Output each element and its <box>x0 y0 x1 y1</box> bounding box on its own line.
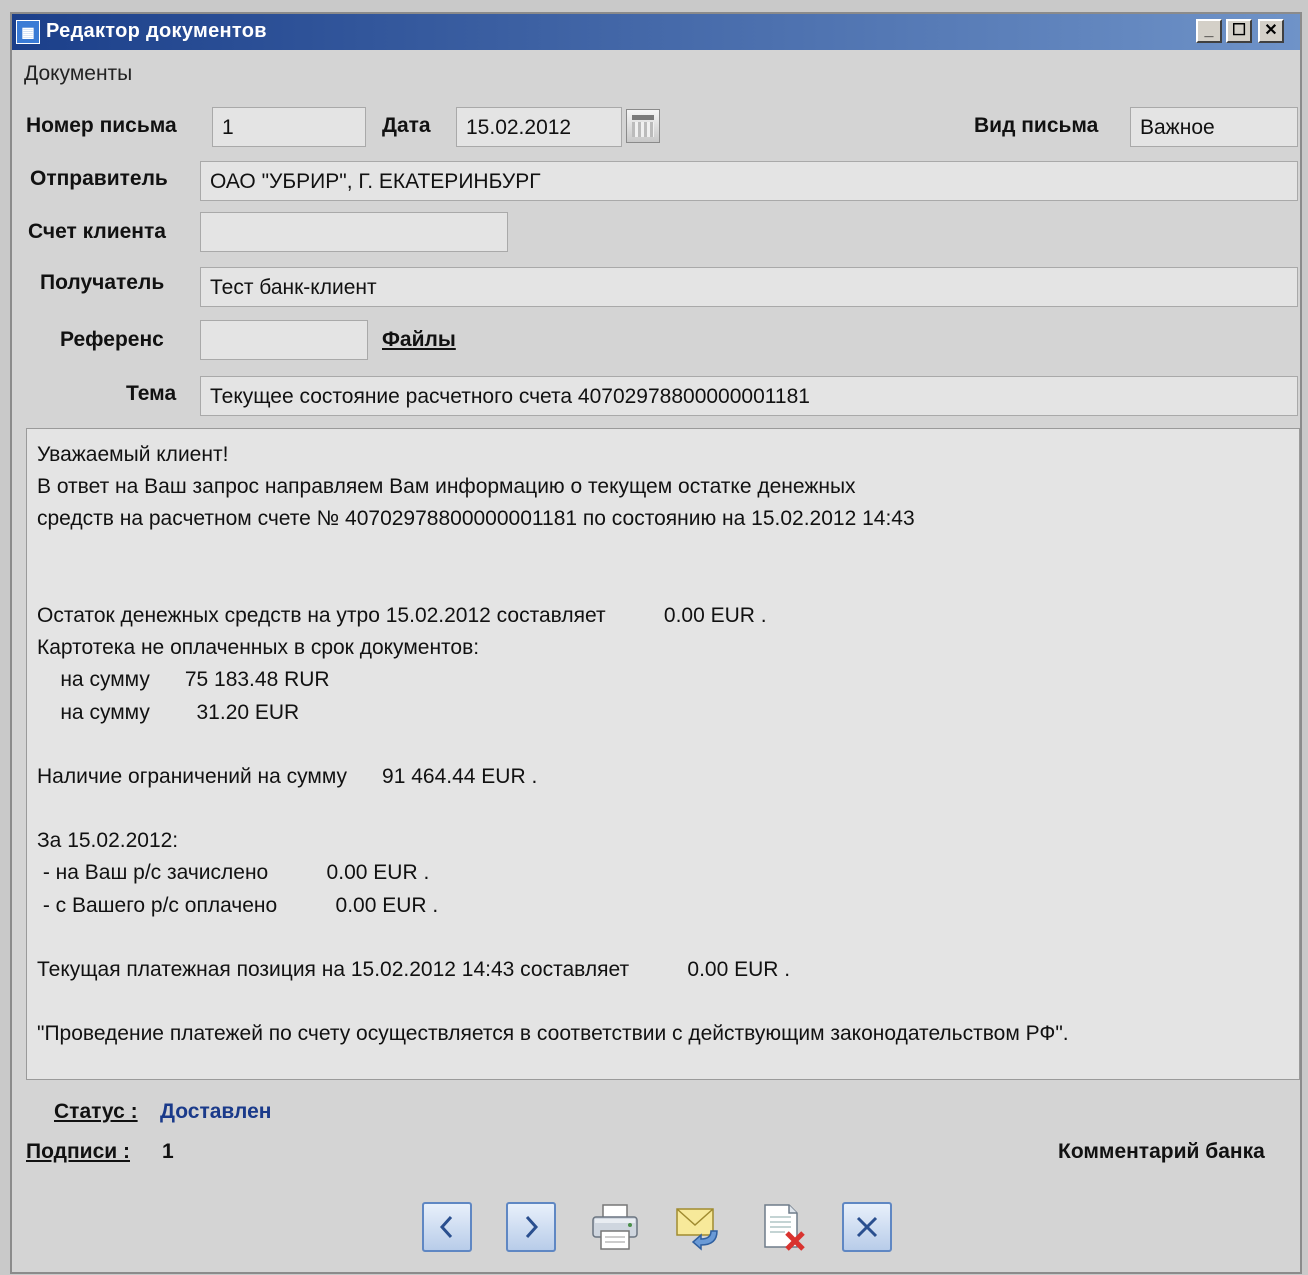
body-line <box>37 793 1289 825</box>
print-button[interactable] <box>588 1200 642 1254</box>
body-line: на сумму 75 183.48 RUR <box>37 668 330 692</box>
signatures-value: 1 <box>162 1140 174 1163</box>
files-link[interactable]: Файлы <box>382 328 456 352</box>
body-line: - на Ваш р/с зачислено 0.00 EUR . <box>37 861 430 885</box>
close-icon <box>842 1202 892 1252</box>
sender-label: Отправитель <box>30 167 168 190</box>
status-label[interactable]: Статус : <box>54 1100 138 1124</box>
reference-label: Референс <box>60 328 164 351</box>
delete-document-button[interactable] <box>756 1200 810 1254</box>
arrow-right-icon <box>506 1202 556 1252</box>
body-line: Наличие ограничений на сумму 91 464.44 E… <box>37 764 538 788</box>
envelope-reply-icon <box>676 1208 718 1251</box>
body-line: Уважаемый клиент! <box>37 443 229 466</box>
document-editor-icon: ▦ <box>16 20 40 44</box>
subject-label: Тема <box>126 382 177 405</box>
body-line: За 15.02.2012: <box>37 829 179 853</box>
letter-number-field[interactable]: 1 <box>212 107 366 147</box>
date-field[interactable]: 15.02.2012 <box>456 107 622 147</box>
subject-field[interactable]: Текущее состояние расчетного счета 40702… <box>200 376 1298 416</box>
recipient-field[interactable]: Тест банк-клиент <box>200 267 1298 307</box>
menu-documents[interactable]: Документы <box>24 62 132 86</box>
body-line: Остаток денежных средств на утро 15.02.2… <box>37 603 767 627</box>
sender-field[interactable]: ОАО "УБРИР", Г. ЕКАТЕРИНБУРГ <box>200 161 1298 201</box>
message-body-textarea[interactable]: Уважаемый клиент! В ответ на Ваш запрос н… <box>26 428 1300 1080</box>
body-line <box>37 729 1289 761</box>
title-bar[interactable]: ▦ Редактор документов _ ☐ ✕ <box>12 14 1300 50</box>
window-title: Редактор документов <box>46 20 267 42</box>
next-button[interactable] <box>504 1200 558 1254</box>
previous-button[interactable] <box>420 1200 474 1254</box>
body-line: средств на расчетном счете № 40702978800… <box>37 507 915 531</box>
minimize-button[interactable]: _ <box>1196 19 1222 43</box>
body-line: Картотека не оплаченных в срок документо… <box>37 636 480 660</box>
body-line: В ответ на Ваш запрос направляем Вам инф… <box>37 475 856 499</box>
calendar-icon[interactable] <box>626 109 660 143</box>
bank-comment-label[interactable]: Комментарий банка <box>1058 1140 1265 1164</box>
body-line <box>37 986 1289 1018</box>
recipient-label: Получатель <box>40 271 165 294</box>
body-line <box>37 568 1289 600</box>
body-line: - с Вашего р/с оплачено 0.00 EUR . <box>37 893 439 917</box>
client-account-field[interactable] <box>200 212 508 252</box>
arrow-left-icon <box>422 1202 472 1252</box>
body-line: Текущая платежная позиция на 15.02.2012 … <box>37 958 791 981</box>
document-editor-window: ▦ Редактор документов _ ☐ ✕ Документы Но… <box>10 12 1302 1274</box>
letter-number-label: Номер письма <box>26 114 177 137</box>
body-line: на сумму 31.20 EUR <box>37 700 300 724</box>
client-account-label: Счет клиента <box>28 220 166 243</box>
date-label: Дата <box>382 114 431 137</box>
body-line: "Проведение платежей по счету осуществля… <box>37 1022 1069 1046</box>
letter-type-label: Вид письма <box>974 114 1099 137</box>
signatures-label[interactable]: Подписи : <box>26 1140 130 1164</box>
close-window-button[interactable]: ✕ <box>1258 19 1284 43</box>
letter-type-field[interactable]: Важное <box>1130 107 1298 147</box>
body-line <box>37 536 1289 568</box>
document-delete-icon <box>764 1204 805 1251</box>
status-value: Доставлен <box>160 1100 272 1123</box>
maximize-button[interactable]: ☐ <box>1226 19 1252 43</box>
body-line <box>37 922 1289 954</box>
close-button[interactable] <box>840 1200 894 1254</box>
reply-button[interactable] <box>672 1200 726 1254</box>
reference-field[interactable] <box>200 320 368 360</box>
printer-icon <box>592 1204 638 1250</box>
